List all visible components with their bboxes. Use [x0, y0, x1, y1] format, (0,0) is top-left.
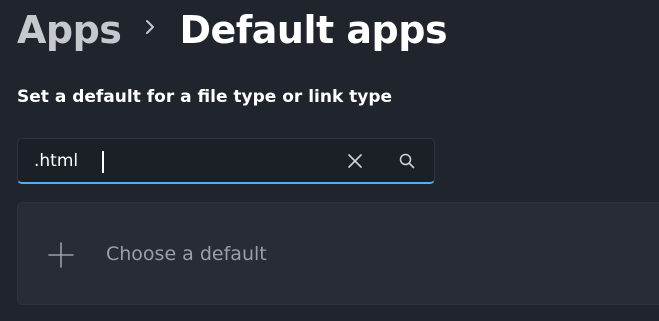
file-type-search-input[interactable]	[34, 139, 334, 183]
breadcrumb-apps-link[interactable]: Apps	[17, 8, 122, 52]
file-type-heading: Set a default for a file type or link ty…	[17, 87, 393, 107]
file-type-search-box[interactable]	[17, 138, 435, 184]
page-title: Default apps	[179, 8, 448, 52]
text-caret	[102, 151, 104, 173]
breadcrumb: Apps Default apps	[17, 5, 448, 55]
choose-default-label: Choose a default	[106, 243, 267, 265]
default-apps-page: Apps Default apps Set a default for a fi…	[0, 0, 659, 321]
chevron-right-icon	[121, 19, 179, 35]
plus-icon	[48, 242, 74, 268]
close-icon[interactable]	[340, 146, 370, 176]
choose-default-card[interactable]: Choose a default	[17, 202, 659, 305]
search-icon[interactable]	[392, 146, 422, 176]
